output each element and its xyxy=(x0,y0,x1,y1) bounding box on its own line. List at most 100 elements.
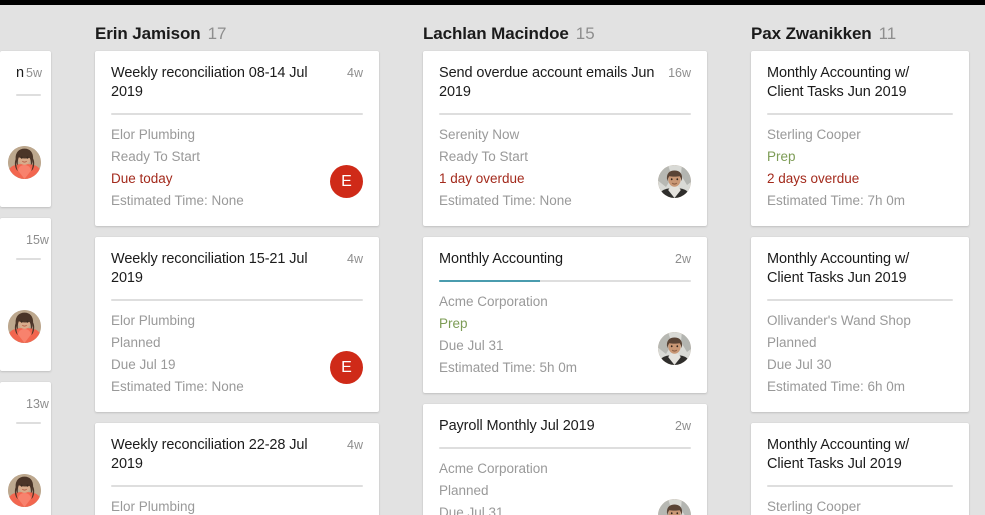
task-age-badge: 13w xyxy=(26,397,49,411)
column-lachlan-macindoe[interactable]: Lachlan Macindoe 15 Send overdue account e… xyxy=(401,5,729,515)
task-card-header: Payroll Monthly Jul 2019 2w xyxy=(439,417,691,436)
task-client-name: Serenity Now xyxy=(439,127,520,142)
task-due-date: 2 days overdue xyxy=(767,171,860,186)
task-due-date: Due today xyxy=(111,171,173,186)
assignee-avatar-photo[interactable] xyxy=(8,310,41,343)
task-estimated-time: Estimated Time: 7h 0m xyxy=(767,193,906,208)
task-status: Planned xyxy=(439,483,489,498)
task-card[interactable]: Monthly Accounting w/ Client Tasks Jul 2… xyxy=(751,423,969,515)
task-client-name: Elor Plumbing xyxy=(111,499,196,514)
task-progress-divider xyxy=(439,113,691,115)
task-progress-divider xyxy=(16,422,41,424)
task-progress-divider xyxy=(111,485,363,487)
task-progress-divider xyxy=(439,280,691,282)
task-card-body: Elor PlumbingPlanned xyxy=(111,496,363,515)
column-header: Pax Zwanikken 11 xyxy=(729,17,985,51)
assignee-avatar-photo[interactable] xyxy=(658,332,691,365)
avatar-photo-woman xyxy=(8,474,41,507)
column-erin-jamison[interactable]: Erin Jamison 17 Weekly reconciliation 08-1… xyxy=(73,5,401,515)
task-card-header: Weekly reconciliation 08-14 Jul 2019 4w xyxy=(111,64,363,102)
column-header: Erin Jamison 17 xyxy=(73,17,401,51)
task-card[interactable]: n 5w xyxy=(0,51,51,207)
column-owner-name: Pax Zwanikken xyxy=(751,24,872,43)
column-card-list[interactable]: n 5w 15w 13w xyxy=(0,51,73,515)
column-header: Lachlan Macindoe 15 xyxy=(401,17,729,51)
task-client-name: Acme Corporation xyxy=(439,461,548,476)
avatar-photo-woman xyxy=(8,146,41,179)
task-card[interactable]: 13w xyxy=(0,382,51,515)
task-card-header: Monthly Accounting 2w xyxy=(439,250,691,269)
task-card-header: Weekly reconciliation 22-28 Jul 2019 4w xyxy=(111,436,363,474)
avatar-photo-man xyxy=(658,332,691,365)
task-card-header: 15w xyxy=(16,231,49,247)
task-card-body: Acme Corporation Prep Due Jul 31 Estimated … xyxy=(439,291,691,379)
task-estimated-time: Estimated Time: None xyxy=(111,193,244,208)
assignee-avatar-photo[interactable] xyxy=(8,146,41,179)
task-card-header: Send overdue account emails Jun 2019 16w xyxy=(439,64,691,102)
task-age-badge: 2w xyxy=(675,252,691,266)
assignee-avatar-photo[interactable] xyxy=(8,474,41,507)
task-client-name: Elor Plumbing xyxy=(111,313,196,328)
task-progress-divider xyxy=(767,299,953,301)
task-age-badge: 2w xyxy=(675,419,691,433)
task-card[interactable]: Send overdue account emails Jun 2019 16w S… xyxy=(423,51,707,226)
task-card-header: n 5w xyxy=(16,65,42,81)
column-owner-name: Lachlan Macindoe xyxy=(423,24,569,43)
kanban-board-app: n 5w 15w 13w Erin Jamison 17 Weekly reconci… xyxy=(0,0,985,515)
task-card[interactable]: Weekly reconciliation 22-28 Jul 2019 4w El… xyxy=(95,423,379,515)
task-progress-divider xyxy=(16,94,41,96)
task-card[interactable]: 15w xyxy=(0,218,51,371)
task-status: Ready To Start xyxy=(111,149,201,164)
task-client-name xyxy=(16,269,41,291)
assignee-avatar-photo[interactable] xyxy=(658,165,691,198)
column-task-count: 11 xyxy=(878,24,897,43)
column-card-list[interactable]: Send overdue account emails Jun 2019 16w S… xyxy=(401,51,729,515)
column-pax-zwanikken[interactable]: Pax Zwanikken 11 Monthly Accounting w/ Cli… xyxy=(729,5,985,515)
task-age-badge: 5w xyxy=(26,66,42,80)
task-card-body: Sterling CooperPlanned xyxy=(767,496,953,515)
task-card-header: Monthly Accounting w/ Client Tasks Jun 2… xyxy=(767,64,953,102)
task-due-date: Due Jul 31 xyxy=(439,505,504,515)
task-title: Monthly Accounting xyxy=(439,251,563,267)
task-progress-divider xyxy=(767,485,953,487)
task-progress-divider xyxy=(439,447,691,449)
assignee-avatar-initial[interactable]: E xyxy=(330,165,363,198)
task-card[interactable]: Payroll Monthly Jul 2019 2w Acme Corporati… xyxy=(423,404,707,515)
task-card[interactable]: Monthly Accounting w/ Client Tasks Jun 2… xyxy=(751,237,969,412)
task-progress-divider xyxy=(111,299,363,301)
task-title: Weekly reconciliation 22-28 Jul 2019 xyxy=(111,437,308,472)
task-title: Payroll Monthly Jul 2019 xyxy=(439,418,595,434)
task-status: Prep xyxy=(767,149,796,164)
task-due-date: Due Jul 31 xyxy=(439,338,504,353)
task-due-date: 1 day overdue xyxy=(439,171,525,186)
task-client-name: Elor Plumbing xyxy=(111,127,196,142)
task-card-body xyxy=(8,269,41,357)
avatar-photo-woman xyxy=(8,310,41,343)
task-card[interactable]: Monthly Accounting w/ Client Tasks Jun 2… xyxy=(751,51,969,226)
task-age-badge: 15w xyxy=(26,233,49,247)
task-estimated-time: Estimated Time: 6h 0m xyxy=(767,379,906,394)
task-card[interactable]: Weekly reconciliation 08-14 Jul 2019 4w El… xyxy=(95,51,379,226)
assignee-avatar-initial[interactable]: E xyxy=(330,351,363,384)
column-task-count: 15 xyxy=(575,24,595,43)
task-card-body: Serenity Now Ready To Start 1 day overdue E… xyxy=(439,124,691,212)
column-card-list[interactable]: Weekly reconciliation 08-14 Jul 2019 4w El… xyxy=(73,51,401,515)
avatar-photo-man xyxy=(658,165,691,198)
task-client-name: Sterling Cooper xyxy=(767,499,861,514)
task-card-body: Elor Plumbing Planned Due Jul 19 Estimated … xyxy=(111,310,363,398)
task-estimated-time: Estimated Time: 5h 0m xyxy=(439,360,578,375)
task-title: Weekly reconciliation 08-14 Jul 2019 xyxy=(111,65,308,100)
column-card-list[interactable]: Monthly Accounting w/ Client Tasks Jun 2… xyxy=(729,51,985,515)
task-card-body: Acme CorporationPlannedDue Jul 31Estimat… xyxy=(439,458,691,515)
column-task-count: 17 xyxy=(207,24,227,43)
column-owner-name: Erin Jamison xyxy=(95,24,201,43)
task-estimated-time: Estimated Time: None xyxy=(439,193,572,208)
task-card[interactable]: Monthly Accounting 2w Acme Corporation Prep… xyxy=(423,237,707,393)
task-client-name: Ollivander's Wand Shop xyxy=(767,313,911,328)
column-partial-left[interactable]: n 5w 15w 13w xyxy=(0,5,73,515)
task-age-badge: 4w xyxy=(347,66,363,80)
task-card-header: 13w xyxy=(16,395,49,411)
task-card[interactable]: Weekly reconciliation 15-21 Jul 2019 4w El… xyxy=(95,237,379,412)
kanban-columns-container[interactable]: n 5w 15w 13w Erin Jamison 17 Weekly reconci… xyxy=(0,5,985,515)
task-card-body: Sterling Cooper Prep 2 days overdue Estimat… xyxy=(767,124,953,212)
